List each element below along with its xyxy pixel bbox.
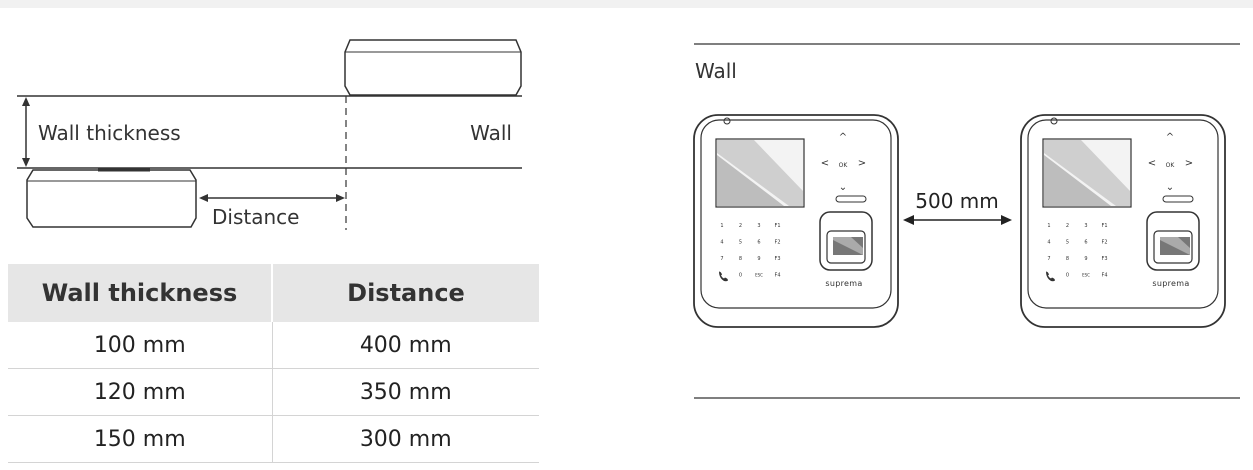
distance-table: Wall thickness Distance 100 mm 400 mm 12… [8,264,539,463]
keypad-key: 7 [720,256,723,262]
keypad-key: 5 [739,240,742,246]
keypad-key: F3 [774,256,780,262]
keypad-key: 2 [1066,223,1069,229]
device-left: ^ < > ⌄ OK 1 2 3 F1 4 5 6 F2 7 8 9 F3 0 ESC F4 suprema [693,114,899,328]
keypad-key: 4 [1047,240,1050,246]
table-header-row: Wall thickness Distance [8,264,539,322]
device-bottom-box [26,169,197,228]
table-cell: 100 mm [8,322,273,369]
spacing-arrow [903,215,1012,225]
keypad-key: 0 [739,273,742,279]
table-row: 120 mm 350 mm [8,368,539,416]
keypad-key: 3 [757,223,760,229]
nav-arrow: > [1185,158,1193,169]
keypad-key: 9 [757,256,760,262]
keypad-key: 4 [720,240,723,246]
keypad-key: 5 [1066,240,1069,246]
nav-arrow: ^ [839,132,847,143]
keypad-key: F1 [1101,223,1107,229]
keypad-key: 6 [1084,240,1087,246]
keypad-key: 1 [1047,223,1050,229]
header-wall-thickness: Wall thickness [8,264,273,322]
keypad-key: 6 [757,240,760,246]
table-cell: 350 mm [272,368,539,416]
distance-label: Distance [212,205,299,229]
keypad-key: F1 [774,223,780,229]
brand-label: suprema [1152,279,1189,288]
keypad-key: 2 [739,223,742,229]
nav-arrow: ⌄ [1166,182,1174,193]
brand-label: suprema [825,279,862,288]
table-row: 100 mm 400 mm [8,322,539,369]
table-cell: 400 mm [272,322,539,369]
keypad-key: F2 [1101,240,1107,246]
nav-arrow: ^ [1166,132,1174,143]
distance-arrow [199,194,345,202]
wall-label: Wall [470,121,512,145]
table-cell: 120 mm [8,368,273,416]
right-wall-label: Wall [695,59,737,83]
device-right: ^ < > ⌄ OK 1 2 3 F1 4 5 6 F2 7 8 9 F3 0 ESC F4 suprema [1020,114,1226,328]
keypad-key: 8 [739,256,742,262]
keypad-key: F2 [774,240,780,246]
wall-thickness-label: Wall thickness [38,121,181,145]
wall-thickness-diagram: Wall thickness Wall Distance [17,39,522,230]
keypad-key: 0 [1066,273,1069,279]
nav-arrow: < [821,158,829,169]
nav-arrow: < [1148,158,1156,169]
table-row: 150 mm 300 mm [8,415,539,463]
keypad-key: 3 [1084,223,1087,229]
keypad-key: ESC [755,273,763,278]
nav-arrow: ⌄ [839,182,847,193]
keypad-key: F3 [1101,256,1107,262]
keypad-key: ESC [1082,273,1090,278]
table-cell: 150 mm [8,415,273,463]
keypad-key: 8 [1066,256,1069,262]
keypad-key: 7 [1047,256,1050,262]
header-distance: Distance [272,264,539,322]
spacing-label: 500 mm [915,189,999,213]
ok-key: OK [839,162,849,169]
wall-thickness-arrow [22,97,30,167]
nav-arrow: > [858,158,866,169]
keypad-key: 9 [1084,256,1087,262]
device-top-box [344,39,522,96]
table-cell: 300 mm [272,415,539,463]
keypad-key: F4 [774,273,780,279]
keypad-key: F4 [1101,273,1107,279]
ok-key: OK [1166,162,1176,169]
keypad-key: 1 [720,223,723,229]
device-spacing-diagram: Wall ^< >⌄OK1 2 3 F14 5 6 F27 8 9 F30 ESC F4suprema … [693,43,1240,399]
